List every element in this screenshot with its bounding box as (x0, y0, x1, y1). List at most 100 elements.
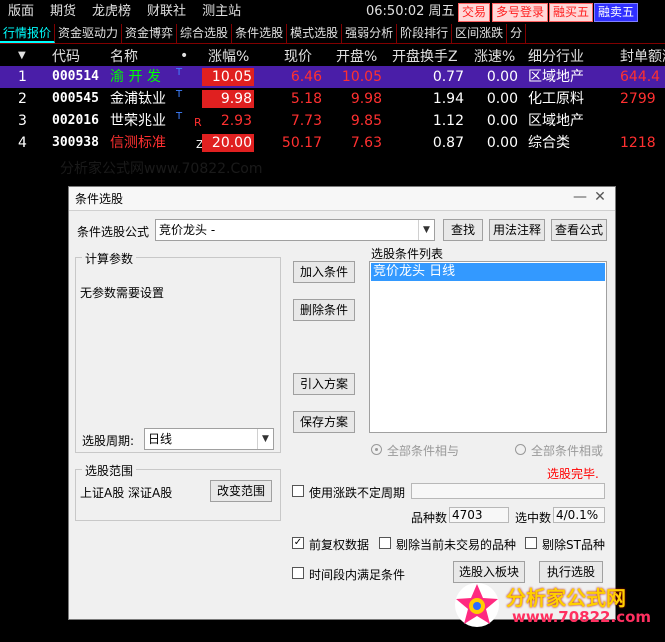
col-speed[interactable]: 涨速% (474, 46, 515, 66)
sort-arrow-icon[interactable]: ▼ (18, 50, 26, 61)
tab-range-change[interactable]: 区间涨跌 (452, 24, 508, 43)
star-logo-icon (455, 583, 499, 627)
row-code: 000545 (52, 91, 99, 106)
time-range-checkbox[interactable] (292, 567, 304, 579)
close-icon[interactable]: ✕ (591, 189, 609, 205)
row-name: 金浦钛业 (110, 91, 166, 107)
multi-login-button[interactable]: 多号登录 (492, 3, 549, 22)
menu-futures[interactable]: 期货 (42, 0, 84, 24)
col-industry[interactable]: 细分行业 (528, 46, 584, 66)
row-index: 4 (18, 135, 27, 151)
formula-value: 竞价龙头 - (159, 223, 216, 237)
menu-layout[interactable]: 版面 (0, 0, 42, 24)
margin-buy-button[interactable]: 融买五 (549, 3, 594, 22)
table-row[interactable]: 4 300938 信测标准 Z 20.00 50.17 7.63 0.87 0.… (0, 132, 665, 154)
col-change-pct[interactable]: 涨幅% (208, 46, 249, 66)
selected-value: 4/0.1% (553, 507, 605, 523)
tab-strength[interactable]: 强弱分析 (342, 24, 398, 43)
condition-list-label: 选股条件列表 (371, 247, 444, 261)
col-name[interactable]: 名称 (110, 46, 138, 66)
change-range-button[interactable]: 改变范围 (210, 480, 272, 502)
row-open-pct: 9.98 (350, 91, 382, 107)
uncertain-period-checkbox[interactable] (292, 485, 304, 497)
time-range-label: 时间段内满足条件 (309, 568, 406, 582)
margin-sell-button[interactable]: 融卖五 (594, 3, 639, 22)
col-price[interactable]: 现价 (284, 46, 312, 66)
usage-notes-button[interactable]: 用法注释 (489, 219, 545, 241)
menu-cls[interactable]: 财联社 (139, 0, 194, 24)
col-open-turnover[interactable]: 开盘换手Z (392, 46, 458, 66)
logo-line1: 分析家公式网 (506, 586, 626, 610)
row-flag: T (176, 67, 183, 78)
row-name: 信测标准 (110, 135, 166, 151)
minimize-icon[interactable]: — (571, 189, 589, 205)
calc-params-group: 计算参数 无参数需要设置 选股周期: 日线 ▼ (75, 250, 281, 453)
status-text: 选股完毕. (547, 467, 599, 481)
row-turnover: 0.87 (432, 135, 464, 151)
tab-quotes[interactable]: 行情报价 (0, 24, 56, 43)
tab-condition-pick[interactable]: 条件选股 (232, 24, 288, 43)
row-industry: 化工原料 (528, 91, 584, 107)
row-index: 2 (18, 91, 27, 107)
dialog-titlebar[interactable]: 条件选股 — ✕ (69, 187, 615, 211)
tab-fund-drive[interactable]: 资金驱动力 (55, 24, 123, 43)
period-select[interactable]: 日线 ▼ (144, 428, 274, 450)
view-formula-button[interactable]: 查看公式 (551, 219, 607, 241)
site-logo: 分析家公式网 www.70822.com (452, 574, 660, 636)
restore-rights-label: 前复权数据 (309, 538, 370, 552)
logo-line2: www.70822.com (512, 608, 652, 626)
tab-composite-pick[interactable]: 综合选股 (177, 24, 233, 43)
col-seal-amount[interactable]: 封单额 (620, 46, 662, 66)
row-speed: 0.00 (486, 113, 518, 129)
row-open-pct: 9.85 (350, 113, 382, 129)
trade-button[interactable]: 交易 (458, 3, 491, 22)
exclude-st-label: 剔除ST品种 (542, 538, 605, 552)
tab-pattern-pick[interactable]: 模式选股 (287, 24, 343, 43)
tab-bar: 行情报价 资金驱动力 资金博弈 综合选股 条件选股 模式选股 强弱分析 阶段排行… (0, 24, 665, 44)
count-value: 4703 (449, 507, 509, 523)
pick-range-title: 选股范围 (82, 462, 137, 479)
tab-fund-game[interactable]: 资金博弈 (122, 24, 178, 43)
import-scheme-button[interactable]: 引入方案 (293, 373, 355, 395)
row-industry: 综合类 (528, 135, 570, 151)
radio-and[interactable] (371, 444, 382, 455)
formula-select[interactable]: 竞价龙头 - ▼ (155, 219, 435, 241)
delete-condition-button[interactable]: 删除条件 (293, 299, 355, 321)
row-flag: T (176, 89, 183, 100)
col-code[interactable]: 代码 (52, 46, 80, 66)
chevron-down-icon[interactable]: ▼ (257, 429, 273, 449)
table-row[interactable]: 3 002016 世荣兆业 T R 2.93 7.73 9.85 1.12 0.… (0, 110, 665, 132)
top-menubar: 版面 期货 龙虎榜 财联社 测主站 06:50:02 周五 交易 多号登录 融买… (0, 0, 665, 24)
row-speed: 0.00 (486, 91, 518, 107)
chevron-down-icon[interactable]: ▼ (418, 220, 434, 240)
exclude-st-checkbox[interactable] (525, 537, 537, 549)
row-name: 渝 开 发 (110, 69, 161, 85)
exclude-no-trade-checkbox[interactable] (379, 537, 391, 549)
row-speed: 0.00 (486, 69, 518, 85)
row-open-pct: 7.63 (350, 135, 382, 151)
pick-range-group: 选股范围 上证A股 深证A股 改变范围 (75, 462, 281, 521)
menu-dragon-tiger[interactable]: 龙虎榜 (84, 0, 139, 24)
add-condition-button[interactable]: 加入条件 (293, 261, 355, 283)
tab-stage-rank[interactable]: 阶段排行 (397, 24, 453, 43)
row-flag: T (176, 111, 183, 122)
condition-list[interactable]: 竞价龙头 日线 (369, 261, 607, 433)
list-item[interactable]: 竞价龙头 日线 (371, 263, 605, 281)
no-params-text: 无参数需要设置 (80, 286, 165, 300)
tab-more[interactable]: 分 (507, 24, 527, 43)
row-seal: 644.4 (620, 69, 661, 85)
find-button[interactable]: 查找 (443, 219, 483, 241)
row-industry: 区域地产 (528, 69, 584, 85)
table-row[interactable]: 2 000545 金浦钛业 T 9.98 5.18 9.98 1.94 0.00… (0, 88, 665, 110)
menu-test-server[interactable]: 测主站 (194, 0, 249, 24)
radio-or[interactable] (515, 444, 526, 455)
table-row[interactable]: 1 000514 渝 开 发 T 10.05 6.46 10.05 0.77 0… (0, 66, 665, 88)
uncertain-period-field[interactable] (411, 483, 605, 499)
save-scheme-button[interactable]: 保存方案 (293, 411, 355, 433)
radio-and-label: 全部条件相与 (387, 444, 460, 458)
row-price: 7.73 (290, 113, 322, 129)
row-code: 000514 (52, 69, 99, 84)
restore-rights-checkbox[interactable]: ✓ (292, 537, 304, 549)
col-open-pct[interactable]: 开盘% (336, 46, 377, 66)
col-dot[interactable]: • (180, 48, 188, 64)
